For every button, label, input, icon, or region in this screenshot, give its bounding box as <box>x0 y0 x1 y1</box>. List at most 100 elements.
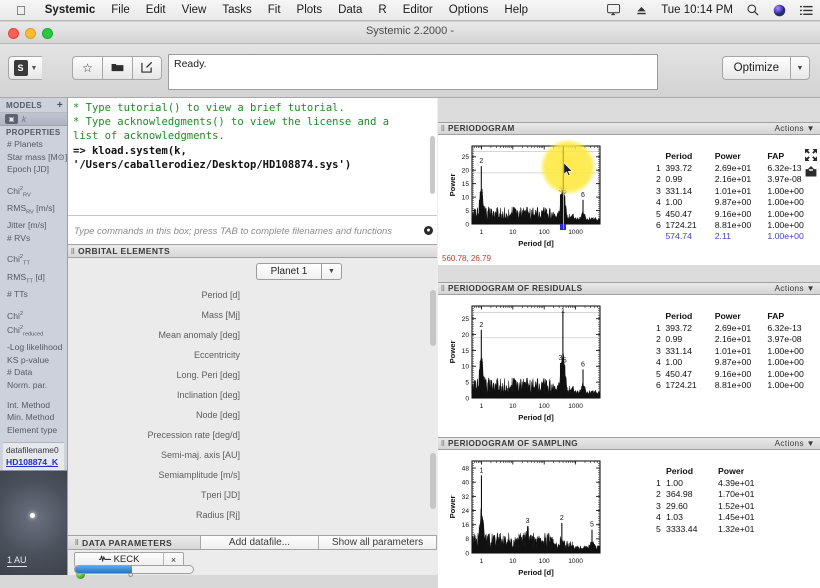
table-row[interactable]: 1 393.72 2.69e+01 6.32e-13 <box>656 163 820 174</box>
command-help-icon[interactable]: ● <box>424 226 433 235</box>
menu-item-editor[interactable]: Editor <box>395 4 441 16</box>
table-row[interactable]: 4 1.00 9.87e+00 1.00e+00 <box>656 197 820 208</box>
table-row[interactable]: 3 331.14 1.01e+01 1.00e+00 <box>656 186 820 197</box>
model-list-item[interactable]: ▣ k <box>0 112 67 126</box>
optimize-button[interactable]: Optimize <box>721 56 790 80</box>
add-model-button[interactable]: + <box>57 100 63 111</box>
svg-text:32: 32 <box>462 494 470 501</box>
menu-item-plots[interactable]: Plots <box>289 4 331 16</box>
airplay-icon[interactable] <box>600 4 629 16</box>
table-row-selected[interactable]: 574.74 2.11 1.00e+00 <box>656 231 820 242</box>
orbital-element-label: Node [deg] <box>195 410 240 420</box>
panel-grip-icon[interactable]: ‖ <box>438 439 448 448</box>
siri-icon[interactable] <box>766 4 793 17</box>
console-scrollbar[interactable] <box>430 136 435 194</box>
menu-item-data[interactable]: Data <box>330 4 370 16</box>
orbit-viewer[interactable]: 1 AU <box>0 470 67 575</box>
property-label: Norm. par. <box>7 379 48 390</box>
add-datafile-button[interactable]: Add datafile... <box>201 535 319 550</box>
star-icon: ☆ <box>82 61 93 75</box>
menu-item-fit[interactable]: Fit <box>260 4 289 16</box>
actions-menu-button[interactable]: Actions ▼ <box>775 124 820 133</box>
svg-text:Power: Power <box>448 341 457 364</box>
actions-menu-button[interactable]: Actions ▼ <box>775 284 820 293</box>
svg-text:5: 5 <box>465 208 469 215</box>
periodogram-plot[interactable]: 1 10 100 1000 0 8 16 24 32 40 48 1 2 3 4 5 Period [d] Pow… <box>446 455 606 577</box>
orbital-element-label: Radius [Rj] <box>195 510 240 520</box>
table-row[interactable]: 4 1.00 9.87e+00 1.00e+00 <box>656 357 820 368</box>
panel-grip-icon[interactable]: ‖ <box>438 284 448 293</box>
periodogram-peak-table[interactable]: Period Power 1 1.00 4.39e+01 2 364.98 1.70e+01 3… <box>656 466 773 535</box>
search-icon[interactable] <box>740 4 766 16</box>
table-row[interactable]: 2 0.99 2.16e+01 3.97e-08 <box>656 334 820 345</box>
periodogram-plot[interactable]: 11010010000510152025123456Period [d]Powe… <box>446 140 606 248</box>
actions-menu-button[interactable]: Actions ▼ <box>775 439 820 448</box>
apple-icon[interactable]:  <box>0 4 37 17</box>
table-row[interactable]: 3 331.14 1.01e+01 1.00e+00 <box>656 346 820 357</box>
table-cell: 1.00e+00 <box>767 345 804 356</box>
periodogram-peak-table[interactable]: Period Power FAP 1 393.72 2.69e+01 6.32e-13 2 0.… <box>656 151 820 243</box>
dataset-name-label: KECK <box>113 554 140 565</box>
periodogram-peak-table[interactable]: Period Power FAP 1 393.72 2.69e+01 6.32e-13 2 0.… <box>656 311 820 391</box>
table-row[interactable]: 2 364.98 1.70e+01 <box>656 489 773 500</box>
table-cell: 8.81e+00 <box>714 219 752 230</box>
table-row[interactable]: 6 1724.21 8.81e+00 1.00e+00 <box>656 220 820 231</box>
table-cell: 450.47 <box>665 208 692 219</box>
svg-text:Period [d]: Period [d] <box>518 413 554 422</box>
svg-text:15: 15 <box>462 348 470 355</box>
panel-grip-icon[interactable]: ‖ <box>438 124 448 133</box>
eject-icon[interactable] <box>629 5 654 16</box>
menu-item-help[interactable]: Help <box>496 4 536 16</box>
panel-grip-icon[interactable]: ‖ <box>72 538 82 547</box>
menu-clock[interactable]: Tue 10:14 PM <box>654 4 740 16</box>
favorites-button[interactable]: ☆ <box>72 56 102 80</box>
table-row[interactable]: 1 1.00 4.39e+01 <box>656 478 773 489</box>
orbital-element-row: Semiamplitude [m/s] <box>68 465 437 485</box>
menu-item-r[interactable]: R <box>370 4 394 16</box>
table-row[interactable]: 2 0.99 2.16e+01 3.97e-08 <box>656 174 820 185</box>
table-row[interactable]: 4 1.03 1.45e+01 <box>656 512 773 523</box>
folder-icon <box>111 61 124 75</box>
menu-item-file[interactable]: File <box>103 4 138 16</box>
menu-item-options[interactable]: Options <box>441 4 497 16</box>
table-row[interactable]: 6 1724.21 8.81e+00 1.00e+00 <box>656 380 820 391</box>
table-row[interactable]: 5 450.47 9.16e+00 1.00e+00 <box>656 369 820 380</box>
menu-item-view[interactable]: View <box>174 4 215 16</box>
properties-header-label: PROPERTIES <box>6 128 61 137</box>
metadata-value-datafilename[interactable]: HD108874_K <box>6 457 61 469</box>
console-button[interactable]: S ▼ <box>8 56 42 80</box>
notification-center-icon[interactable] <box>793 5 820 16</box>
svg-text:15: 15 <box>462 181 470 188</box>
chevron-down-icon[interactable]: ▼ <box>321 263 342 280</box>
table-row[interactable]: 5 3333.44 1.32e+01 <box>656 524 773 535</box>
table-row[interactable]: 1 393.72 2.69e+01 6.32e-13 <box>656 323 820 334</box>
table-row[interactable]: 5 450.47 9.16e+00 1.00e+00 <box>656 209 820 220</box>
table-cell: 5 <box>656 368 661 379</box>
show-all-parameters-button[interactable]: Show all parameters <box>319 535 437 550</box>
periodogram-plot[interactable]: 11010010000510152025123456Period [d]Powe… <box>446 300 606 422</box>
table-cell: 3 <box>656 345 661 356</box>
table-column-header: Period <box>666 466 694 476</box>
menu-item-edit[interactable]: Edit <box>138 4 174 16</box>
svg-text:25: 25 <box>462 154 470 161</box>
menu-item-systemic[interactable]: Systemic <box>37 4 104 16</box>
optimize-dropdown-arrow[interactable]: ▼ <box>790 56 810 80</box>
orbital-scrollbar-lower[interactable] <box>430 453 436 509</box>
optimize-button-group[interactable]: Optimize ▼ <box>721 56 810 80</box>
command-input-placeholder: Type commands in this box; press TAB to … <box>74 226 393 237</box>
orbital-scrollbar-upper[interactable] <box>430 290 436 346</box>
menu-item-tasks[interactable]: Tasks <box>214 4 259 16</box>
table-cell: 393.72 <box>665 163 692 173</box>
command-input[interactable]: Type commands in this box; press TAB to … <box>68 216 437 244</box>
table-cell: 1.45e+01 <box>718 512 755 523</box>
open-folder-button[interactable] <box>102 56 132 80</box>
export-icon[interactable] <box>805 166 817 179</box>
compose-button[interactable] <box>132 56 162 80</box>
r-console[interactable]: * Type tutorial() to view a brief tutori… <box>68 98 437 216</box>
expand-icon[interactable] <box>805 149 817 163</box>
window-titlebar[interactable]: Systemic 2.2000 - <box>0 22 820 44</box>
panel-grip-icon[interactable]: ‖ <box>68 247 78 256</box>
planet-select[interactable]: Planet 1 ▼ <box>256 263 342 280</box>
toolbar-gap <box>42 56 72 80</box>
table-row[interactable]: 3 29.60 1.52e+01 <box>656 501 773 512</box>
